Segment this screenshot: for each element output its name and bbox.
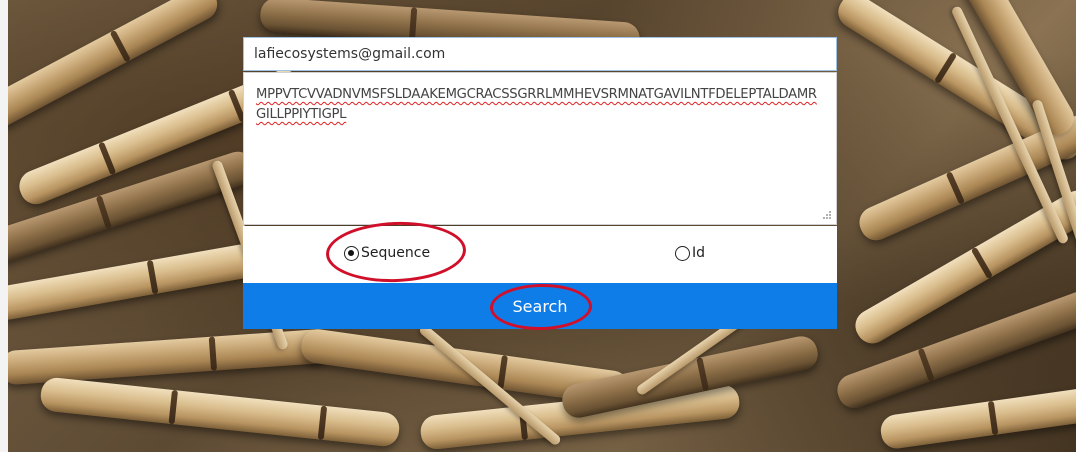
radio-option-sequence[interactable]: Sequence	[344, 245, 430, 261]
radio-label-id: Id	[692, 245, 706, 261]
search-type-radio-group: Sequence Id	[243, 226, 837, 283]
sequence-textarea[interactable]: MPPVTCVVADNVMSFSLDAAKEMGCRACSSGRRLMMHEVS…	[243, 72, 837, 225]
search-button-label: Search	[512, 296, 568, 316]
resize-grip-icon[interactable]	[822, 210, 832, 220]
email-field[interactable]	[243, 37, 837, 71]
sequence-text: MPPVTCVVADNVMSFSLDAAKEMGCRACSSGRRLMMHEVS…	[256, 87, 817, 122]
search-button[interactable]: Search	[243, 283, 837, 329]
radio-label-sequence: Sequence	[361, 245, 431, 261]
radio-option-id[interactable]: Id	[675, 245, 705, 261]
window-edge	[0, 0, 8, 452]
radio-unchecked-icon[interactable]	[675, 245, 690, 261]
radio-checked-icon[interactable]	[344, 245, 359, 261]
